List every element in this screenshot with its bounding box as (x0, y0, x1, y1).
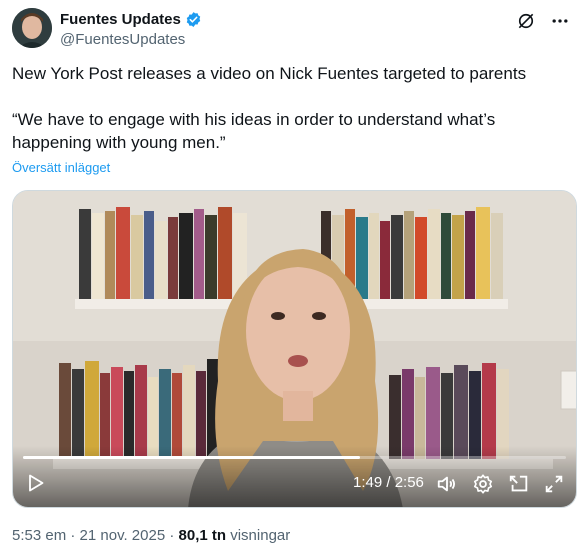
tweet-timestamp[interactable]: 5:53 em · 21 nov. 2025 (12, 527, 165, 544)
translate-link[interactable]: Översätt inlägget (12, 160, 110, 175)
grok-icon[interactable] (515, 10, 537, 32)
video-player[interactable]: 1:49 / 2:56 (12, 190, 577, 508)
tweet-text: New York Post releases a video on Nick F… (12, 62, 567, 154)
picture-in-picture-icon[interactable] (508, 473, 530, 495)
avatar[interactable] (12, 8, 52, 48)
more-options-icon[interactable] (549, 10, 571, 32)
video-controls: 1:49 / 2:56 (13, 459, 576, 507)
settings-gear-icon[interactable] (472, 473, 494, 495)
fullscreen-icon[interactable] (543, 473, 565, 495)
volume-icon[interactable] (436, 473, 458, 495)
verified-badge-icon (185, 11, 202, 28)
author-name[interactable]: Fuentes Updates (60, 11, 181, 28)
tweet-line-2: “We have to engage with his ideas in ord… (12, 110, 496, 152)
meta-separator: · (165, 527, 179, 544)
views-count: 80,1 tn (178, 527, 227, 544)
tweet-meta: 5:53 em · 21 nov. 2025 · 80,1 tn visning… (12, 527, 290, 544)
tweet-header: Fuentes Updates @FuentesUpdates (12, 8, 577, 50)
tweet-line-1: New York Post releases a video on Nick F… (12, 64, 527, 83)
author-handle[interactable]: @FuentesUpdates (60, 31, 202, 48)
views-label: visningar (226, 527, 291, 544)
play-icon[interactable] (25, 473, 45, 493)
video-time: 1:49 / 2:56 (353, 474, 424, 491)
